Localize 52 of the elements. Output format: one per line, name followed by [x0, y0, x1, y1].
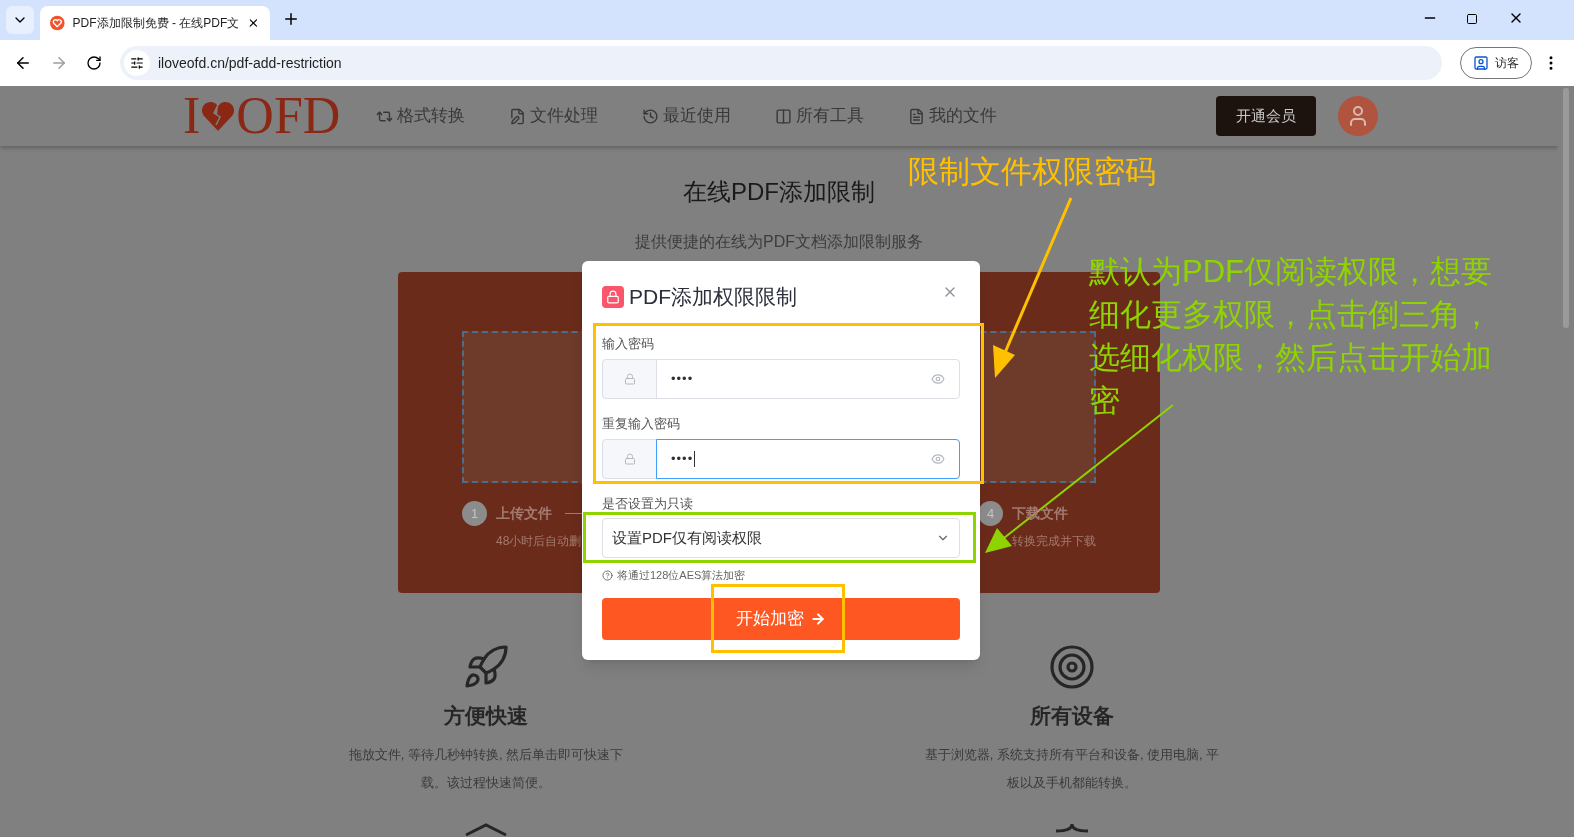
step-note: 48小时后自动删 — [496, 533, 583, 550]
step-number: 1 — [462, 501, 487, 526]
nav-icon — [509, 107, 527, 125]
password-field[interactable]: •••• — [656, 439, 960, 479]
reload-icon[interactable] — [86, 55, 102, 71]
url-text: iloveofd.cn/pdf-add-restriction — [158, 53, 342, 73]
feature-title: 方便快速 — [444, 703, 528, 729]
step-title: 上传文件 — [496, 504, 552, 523]
feature-description: 基于浏览器, 系统支持所有平台和设备, 使用电脑, 平板以及手机都能转换。 — [923, 746, 1221, 792]
field-label: 重复输入密码 — [602, 415, 681, 433]
page-subtitle: 提供便捷的在线为PDF文档添加限制服务 — [635, 232, 923, 252]
forward-icon[interactable] — [50, 54, 68, 72]
logo-text: I — [183, 90, 201, 142]
lock-icon — [602, 286, 624, 308]
new-tab-icon[interactable] — [282, 10, 300, 28]
heart-logo-icon — [50, 15, 65, 31]
step-number: 4 — [978, 501, 1003, 526]
nav-icon — [908, 107, 926, 125]
nav-icon — [642, 107, 660, 125]
avatar-icon[interactable] — [1338, 96, 1378, 136]
field-label: 是否设置为只读 — [602, 495, 694, 513]
broken-heart-icon — [200, 99, 237, 133]
readonly-select[interactable]: 设置PDF仅有阅读权限 — [602, 518, 960, 558]
tab-title: PDF添加限制免费 - 在线PDF文 — [72, 15, 240, 32]
lock-icon — [602, 439, 657, 479]
logo-text: OFD — [236, 90, 341, 142]
close-icon[interactable] — [247, 16, 260, 30]
feature-title: 所有设备 — [1030, 703, 1114, 729]
dialog-title: PDF添加权限限制 — [629, 284, 797, 311]
lock-icon — [602, 359, 657, 399]
address-bar[interactable]: iloveofd.cn/pdf-add-restriction — [120, 46, 1442, 80]
help-icon — [602, 569, 613, 581]
password-value: •••• — [671, 370, 694, 389]
profile-icon — [1473, 55, 1489, 71]
encryption-hint: 将通过128位AES算法加密 — [617, 568, 746, 583]
annotation-text: 限制文件权限密码 — [908, 153, 1156, 191]
feature-description: 拖放文件, 等待几秒钟转换, 然后单击即可快速下载。该过程快速简便。 — [347, 746, 625, 792]
browser-tab[interactable]: PDF添加限制免费 - 在线PDF文 — [40, 6, 270, 40]
maximize-icon[interactable] — [1466, 13, 1478, 25]
vip-button[interactable]: 开通会员 — [1216, 96, 1316, 136]
nav-icon — [775, 107, 793, 125]
arrow-right-icon — [810, 610, 826, 627]
tab-list-button[interactable] — [6, 6, 34, 34]
password-value: •••• — [671, 450, 694, 469]
step-note: 转换完成并下载 — [1012, 533, 1096, 550]
field-label: 输入密码 — [602, 335, 655, 353]
password-field[interactable]: •••• — [656, 359, 960, 399]
site-settings-icon[interactable] — [124, 50, 150, 76]
back-icon[interactable] — [14, 54, 32, 72]
target-icon — [1048, 643, 1096, 691]
rocket-icon — [462, 643, 510, 691]
page-title: 在线PDF添加限制 — [683, 177, 875, 207]
